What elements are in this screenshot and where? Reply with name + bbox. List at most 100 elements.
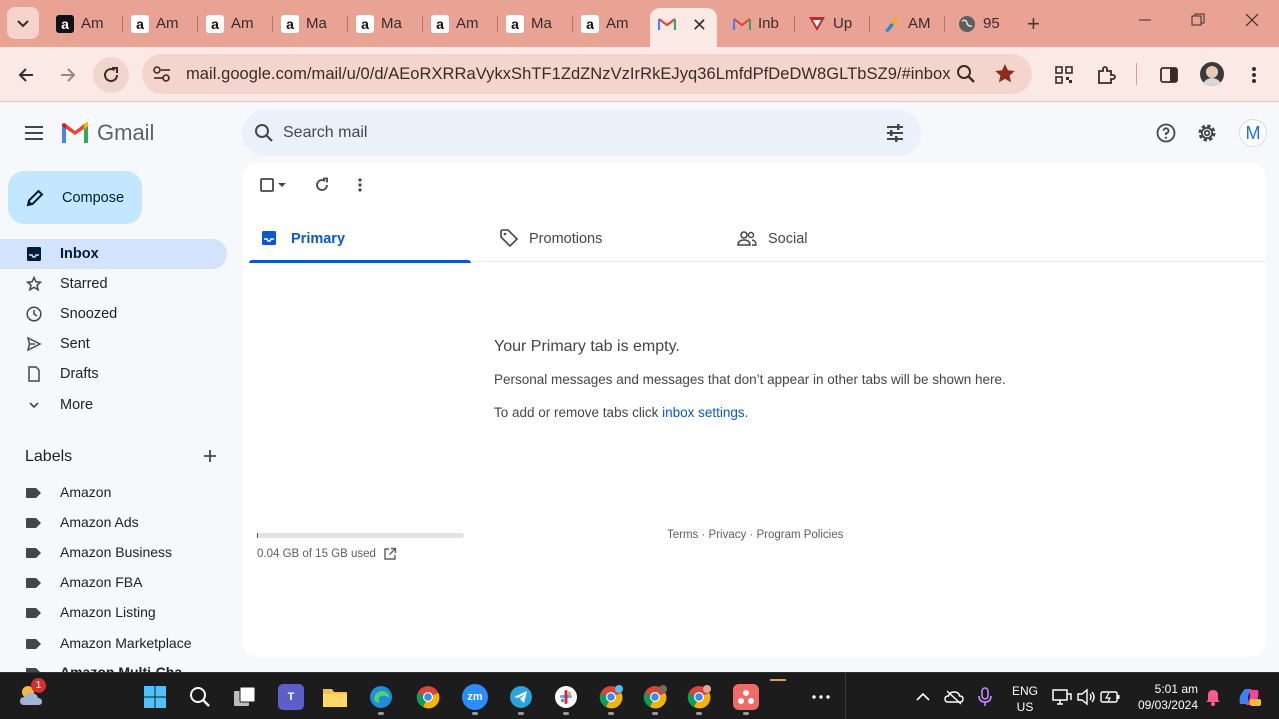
select-all-checkbox[interactable] [257, 175, 277, 195]
search-options-icon[interactable] [885, 123, 905, 143]
label-item[interactable]: Amazon Multi-Cha [0, 657, 227, 672]
language-indicator[interactable]: ENG US [1012, 683, 1038, 715]
browser-tab[interactable]: Inb [725, 8, 795, 39]
address-bar[interactable]: mail.google.com/mail/u/0/d/AEoRXRRaVykxS… [142, 54, 1032, 94]
browser-menu-icon[interactable] [1240, 61, 1268, 89]
tab-promotions[interactable]: Promotions [489, 215, 711, 262]
browser-tab-active[interactable]: ✕ [650, 8, 717, 47]
onedrive-offline-icon[interactable] [941, 684, 967, 710]
asana-icon[interactable] [733, 684, 759, 710]
more-options-icon[interactable] [350, 175, 370, 195]
teams-icon[interactable]: T [278, 684, 304, 710]
compose-button[interactable]: Compose [8, 171, 142, 224]
sidebar-item-sent[interactable]: Sent [0, 329, 227, 359]
forward-arrow-icon[interactable] [54, 61, 82, 89]
compose-label: Compose [62, 189, 125, 206]
tab-label: Promotions [529, 231, 603, 247]
browser-tab[interactable]: a Am [423, 8, 498, 39]
minimize-icon[interactable] [1138, 13, 1152, 27]
label-tag-icon [26, 639, 41, 649]
notifications-bell-icon[interactable] [1200, 684, 1226, 710]
new-tab-button[interactable]: + [1027, 11, 1040, 37]
tab-title: Ma [381, 15, 402, 32]
search-input[interactable]: Search mail [283, 124, 367, 142]
file-explorer-icon[interactable] [322, 684, 348, 710]
browser-tab[interactable]: Up [800, 8, 870, 39]
bookmark-star-icon[interactable] [994, 63, 1016, 84]
gmail-logo[interactable]: Gmail [60, 120, 154, 146]
system-clock[interactable]: 5:01 am 09/03/2024 [1134, 681, 1198, 713]
site-settings-icon[interactable] [152, 65, 172, 83]
qr-code-icon[interactable] [1050, 61, 1078, 89]
zoom-app-icon[interactable]: zm [462, 684, 488, 710]
copilot-icon[interactable] [1236, 684, 1262, 710]
close-window-icon[interactable] [1245, 13, 1259, 27]
tab-social[interactable]: Social [727, 215, 949, 262]
slack-icon[interactable] [553, 684, 579, 710]
extensions-icon[interactable] [1092, 61, 1120, 89]
sidebar-item-label: Sent [60, 336, 90, 352]
browser-tab[interactable]: 95 [950, 8, 1015, 39]
task-view-icon[interactable] [232, 684, 258, 710]
label-item[interactable]: Amazon [0, 477, 227, 507]
browser-tab[interactable]: a Ma [348, 8, 423, 39]
close-tab-icon[interactable]: ✕ [692, 15, 707, 36]
browser-tab[interactable]: a Am [48, 8, 123, 39]
windows-start-icon[interactable] [142, 684, 168, 710]
label-item[interactable]: Amazon Business [0, 537, 227, 567]
select-dropdown-icon[interactable] [276, 175, 288, 195]
label-item[interactable]: Amazon FBA [0, 567, 227, 597]
tab-title: 95 [983, 15, 1000, 32]
create-label-icon[interactable] [200, 446, 220, 466]
sidebar-item-inbox[interactable]: Inbox [0, 239, 227, 269]
label-item[interactable]: Amazon Ads [0, 507, 227, 537]
settings-gear-icon[interactable] [1195, 121, 1219, 145]
refresh-icon[interactable] [312, 175, 332, 195]
network-icon[interactable] [1049, 684, 1075, 710]
back-arrow-icon[interactable] [12, 61, 40, 89]
chrome-icon[interactable] [415, 684, 441, 710]
volume-icon[interactable] [1073, 684, 1099, 710]
chrome-profile-icon[interactable] [598, 684, 624, 710]
footer-links[interactable]: Terms · Privacy · Program Policies [667, 529, 843, 541]
telegram-icon[interactable] [508, 684, 534, 710]
restore-icon[interactable] [1191, 13, 1205, 27]
browser-tab[interactable]: a Ma [498, 8, 573, 39]
edge-icon[interactable] [368, 684, 394, 710]
url-text[interactable]: mail.google.com/mail/u/0/d/AEoRXRRaVykxS… [186, 65, 951, 84]
search-bar[interactable]: Search mail [242, 110, 921, 156]
account-avatar[interactable]: M [1239, 119, 1267, 147]
browser-tab[interactable]: a Ma [273, 8, 348, 39]
battery-icon[interactable] [1097, 684, 1123, 710]
chrome-profile-icon[interactable] [686, 684, 712, 710]
search-icon[interactable] [254, 123, 274, 143]
empty-state-title: Your Primary tab is empty. [494, 338, 680, 355]
more-apps-icon[interactable] [808, 684, 834, 710]
sidebar-item-more[interactable]: More [0, 390, 227, 420]
globe-icon [958, 15, 976, 33]
side-panel-icon[interactable] [1155, 61, 1183, 89]
tab-primary[interactable]: Primary [249, 215, 471, 263]
inbox-settings-link[interactable]: inbox settings [662, 405, 745, 420]
profile-avatar[interactable] [1200, 62, 1224, 86]
browser-tab[interactable]: a Am [198, 8, 273, 39]
label-item[interactable]: Amazon Listing [0, 597, 227, 627]
browser-tab[interactable]: AM [875, 8, 945, 39]
open-in-new-icon[interactable] [383, 547, 397, 561]
reload-icon[interactable] [97, 61, 125, 89]
search-icon[interactable] [187, 684, 213, 710]
browser-tab[interactable]: a Am [123, 8, 198, 39]
browser-tab[interactable]: a Am [573, 8, 648, 39]
help-icon[interactable] [1154, 121, 1178, 145]
up-arrow-icon [808, 15, 826, 33]
chrome-profile-icon[interactable] [642, 684, 668, 710]
sidebar-item-drafts[interactable]: Drafts [0, 359, 227, 389]
sidebar-item-snoozed[interactable]: Snoozed [0, 299, 227, 329]
show-hidden-icons-icon[interactable] [910, 684, 936, 710]
tab-search-button[interactable] [7, 7, 39, 39]
main-menu-icon[interactable] [22, 121, 46, 145]
zoom-icon[interactable] [956, 64, 976, 84]
microphone-icon[interactable] [972, 684, 998, 710]
sidebar-item-starred[interactable]: Starred [0, 269, 227, 299]
label-item[interactable]: Amazon Marketplace [0, 628, 227, 658]
